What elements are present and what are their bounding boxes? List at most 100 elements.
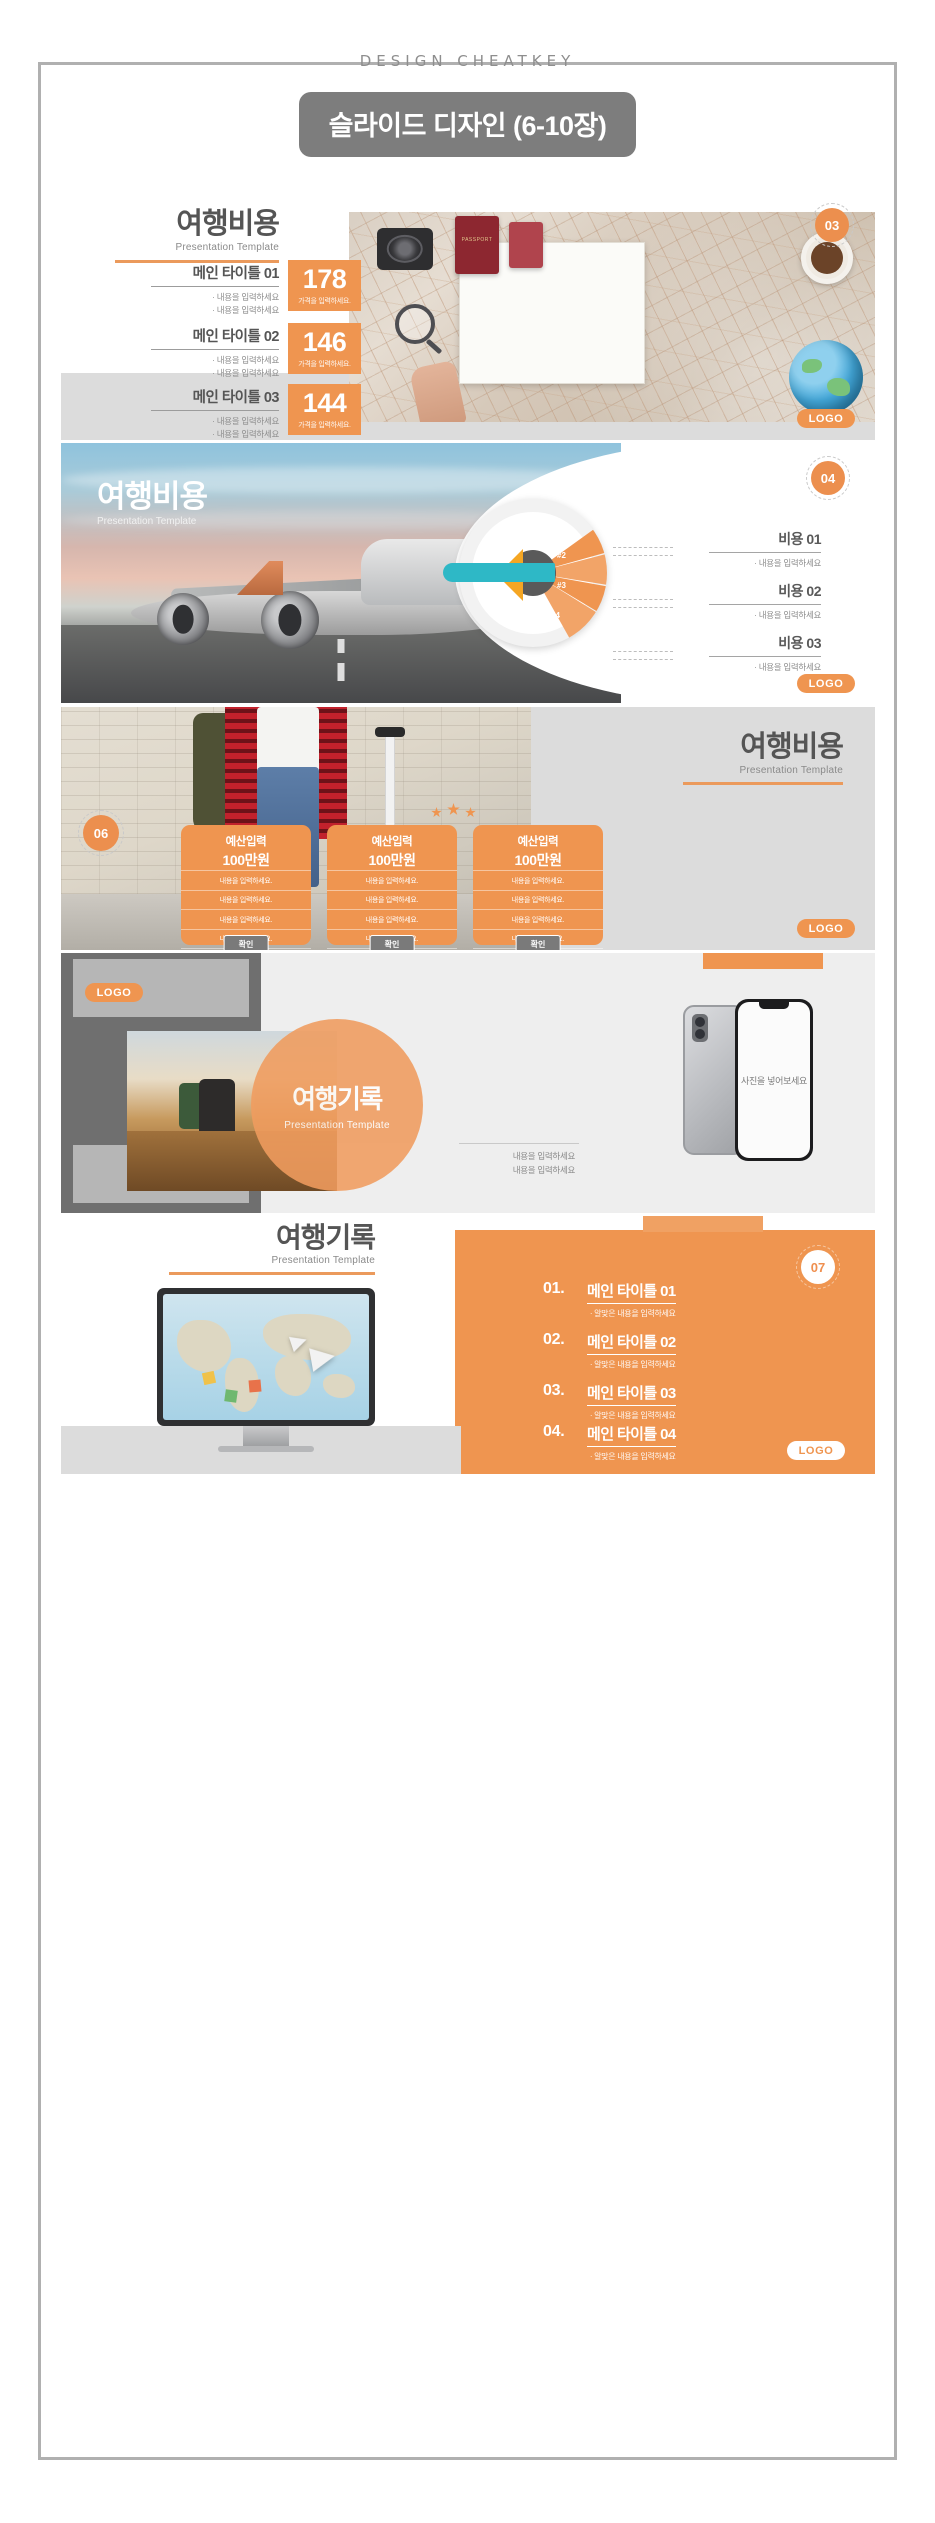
slide05-caption-rule: [459, 1143, 579, 1144]
leader-line-1b: [613, 555, 673, 556]
fan-label-2: #2: [557, 551, 566, 560]
slide07-row-4[interactable]: 04. 메인 타이틀 04 · 알맞은 내용을 입력하세요: [543, 1423, 676, 1462]
paper-plane-large-icon: [309, 1344, 337, 1372]
slide06-card-2[interactable]: 예산입력 100만원 내용을 입력하세요. 내용을 입력하세요. 내용을 입력하…: [327, 825, 457, 950]
card-confirm-button[interactable]: 확인: [369, 935, 415, 950]
monitor-base: [218, 1446, 314, 1452]
row-title: 메인 타이틀 02: [587, 1331, 676, 1355]
star-icon: [465, 807, 476, 818]
propeller-shaft: [443, 563, 555, 582]
slide06-card-1[interactable]: 예산입력 100만원 내용을 입력하세요. 내용을 입력하세요. 내용을 입력하…: [181, 825, 311, 950]
slide03-logo[interactable]: LOGO: [797, 409, 855, 428]
monitor-screen: [163, 1294, 369, 1420]
card-confirm-button[interactable]: 확인: [515, 935, 561, 950]
phone-front-mockup[interactable]: 사진을 넣어보세요: [735, 999, 813, 1161]
row-desc: · 내용을 입력하세요 · 내용을 입력하세요: [151, 354, 279, 380]
card-amount: 100만원: [368, 852, 416, 868]
phone-screen[interactable]: 사진을 넣어보세요: [738, 1002, 810, 1158]
slide07-row-3[interactable]: 03. 메인 타이틀 03 · 알맞은 내용을 입력하세요: [543, 1382, 676, 1421]
value-caption: 가격을 입력하세요.: [298, 298, 351, 305]
slide04-cost-row-1[interactable]: 비용 01 · 내용을 입력하세요: [709, 529, 822, 569]
leader-line-2: [613, 599, 673, 600]
slide07-accent-rule: [169, 1272, 375, 1275]
slide05-logo[interactable]: LOGO: [85, 983, 143, 1002]
slide04-title-en: Presentation Template: [97, 516, 197, 527]
phone-placeholder-text: 사진을 넣어보세요: [740, 1075, 808, 1086]
plane-tailfin: [237, 561, 283, 595]
slide06-heading: 여행비용 Presentation Template: [683, 731, 844, 785]
slide04-cost-row-2[interactable]: 비용 02 · 내용을 입력하세요: [709, 581, 822, 621]
slide03-value-2[interactable]: 146 가격을 입력하세요.: [288, 323, 361, 374]
slide04-title-kr: 여행비용: [97, 479, 208, 514]
leader-line-3: [613, 651, 673, 652]
slide04-cost-row-3[interactable]: 비용 03 · 내용을 입력하세요: [709, 633, 822, 673]
map-continent-3: [263, 1314, 351, 1360]
slide03-row-1[interactable]: 메인 타이틀 01 · 내용을 입력하세요 · 내용을 입력하세요: [151, 262, 280, 317]
slide05-circle-label[interactable]: 여행기록 Presentation Template: [251, 1019, 423, 1191]
card-confirm-button[interactable]: 확인: [223, 935, 269, 950]
cost-title: 비용 01: [709, 529, 822, 553]
slide03-row-3[interactable]: 메인 타이틀 03 · 내용을 입력하세요 · 내용을 입력하세요: [151, 386, 280, 440]
star-icon: [447, 803, 460, 815]
slide06-logo[interactable]: LOGO: [797, 919, 855, 938]
rating-stars: [431, 803, 476, 818]
row-title: 메인 타이틀 03: [151, 386, 280, 411]
row-desc-line-1: · 내용을 입력하세요: [212, 292, 279, 302]
row-desc: · 알맞은 내용을 입력하세요: [589, 1360, 676, 1369]
passport-secondary-icon: [509, 222, 543, 268]
row-body: 메인 타이틀 03 · 알맞은 내용을 입력하세요: [587, 1382, 676, 1421]
slide06-title-kr: 여행비용: [740, 731, 844, 763]
globe-icon: [789, 340, 863, 414]
slide-04[interactable]: #1 #2 #3 #4 비용 01 · 내용을 입력하세요 비용 02 · 내용…: [61, 443, 875, 703]
fan-chart[interactable]: #1 #2 #3 #4: [443, 499, 607, 647]
slide03-value-1[interactable]: 178 가격을 입력하세요.: [288, 260, 361, 311]
passport-icon: PASSPORT: [455, 216, 499, 274]
card-item: 내용을 입력하세요.: [327, 909, 457, 929]
row-number: 01.: [543, 1280, 565, 1297]
plane-engine-right: [261, 591, 319, 649]
slide03-row-2[interactable]: 메인 타이틀 02 · 내용을 입력하세요 · 내용을 입력하세요: [151, 325, 280, 380]
slide07-orange-tab: [643, 1216, 763, 1232]
slide07-title-kr: 여행기록: [275, 1222, 376, 1253]
row-desc: · 알맞은 내용을 입력하세요: [589, 1309, 676, 1318]
card-item: 내용을 입력하세요.: [181, 909, 311, 929]
slide-07[interactable]: 여행기록 Presentation Template 01. 메인 타이틀 01…: [61, 1216, 875, 1474]
slide07-logo[interactable]: LOGO: [787, 1441, 845, 1460]
slide06-card-3[interactable]: 예산입력 100만원 내용을 입력하세요. 내용을 입력하세요. 내용을 입력하…: [473, 825, 603, 950]
row-number: 04.: [543, 1423, 565, 1440]
card-item: 내용을 입력하세요.: [327, 889, 457, 910]
slide07-row-2[interactable]: 02. 메인 타이틀 02 · 알맞은 내용을 입력하세요: [543, 1331, 676, 1370]
circle-title: 여행기록: [292, 1084, 383, 1114]
slide06-accent-rule: [683, 782, 843, 785]
phone-notch: [759, 1002, 789, 1009]
leader-line-3b: [613, 659, 673, 660]
slide03-value-3[interactable]: 144 가격을 입력하세요.: [288, 384, 361, 435]
slide-travel-record[interactable]: 여행기록 Presentation Template 사진을 넣어보세요 내용을…: [61, 953, 875, 1213]
row-desc: · 내용을 입력하세요 · 내용을 입력하세요: [151, 415, 279, 440]
card-heading: 예산입력: [225, 836, 267, 848]
slide04-logo[interactable]: LOGO: [797, 674, 855, 693]
row-desc-line-1: · 내용을 입력하세요: [212, 416, 279, 426]
slide05-orange-tab: [703, 953, 823, 969]
row-title: 메인 타이틀 02: [151, 325, 280, 350]
slide-06[interactable]: 예산입력 100만원 내용을 입력하세요. 내용을 입력하세요. 내용을 입력하…: [61, 707, 875, 950]
slide-03[interactable]: PASSPORT 메인 타이틀 01 · 내용을 입력하세요 · 내용을 입력하…: [61, 198, 875, 440]
cost-title: 비용 03: [709, 633, 822, 657]
leader-line-1: [613, 547, 673, 548]
caption-line-2: 내용을 입력하세요: [512, 1165, 576, 1176]
card-heading: 예산입력: [517, 836, 559, 848]
magnifier-icon: [395, 304, 435, 344]
row-desc-line-1: · 내용을 입력하세요: [212, 355, 279, 365]
luggage-grip: [375, 727, 405, 737]
row-desc-line-2: · 내용을 입력하세요: [212, 304, 279, 315]
poster-header: DESIGN CHEATKEY 슬라이드 디자인 (6-10장): [0, 0, 935, 157]
sticky-note-orange: [248, 1379, 262, 1393]
cost-desc: · 내용을 입력하세요: [754, 662, 821, 672]
slide04-number-badge: 04: [806, 456, 850, 500]
row-number: 02.: [543, 1331, 565, 1348]
card-item: 내용을 입력하세요.: [473, 909, 603, 929]
slide07-row-1[interactable]: 01. 메인 타이틀 01 · 알맞은 내용을 입력하세요: [543, 1280, 676, 1319]
plane-engine-left: [157, 593, 209, 645]
card-item: 내용을 입력하세요.: [181, 870, 311, 890]
sticky-note-yellow: [201, 1370, 217, 1386]
